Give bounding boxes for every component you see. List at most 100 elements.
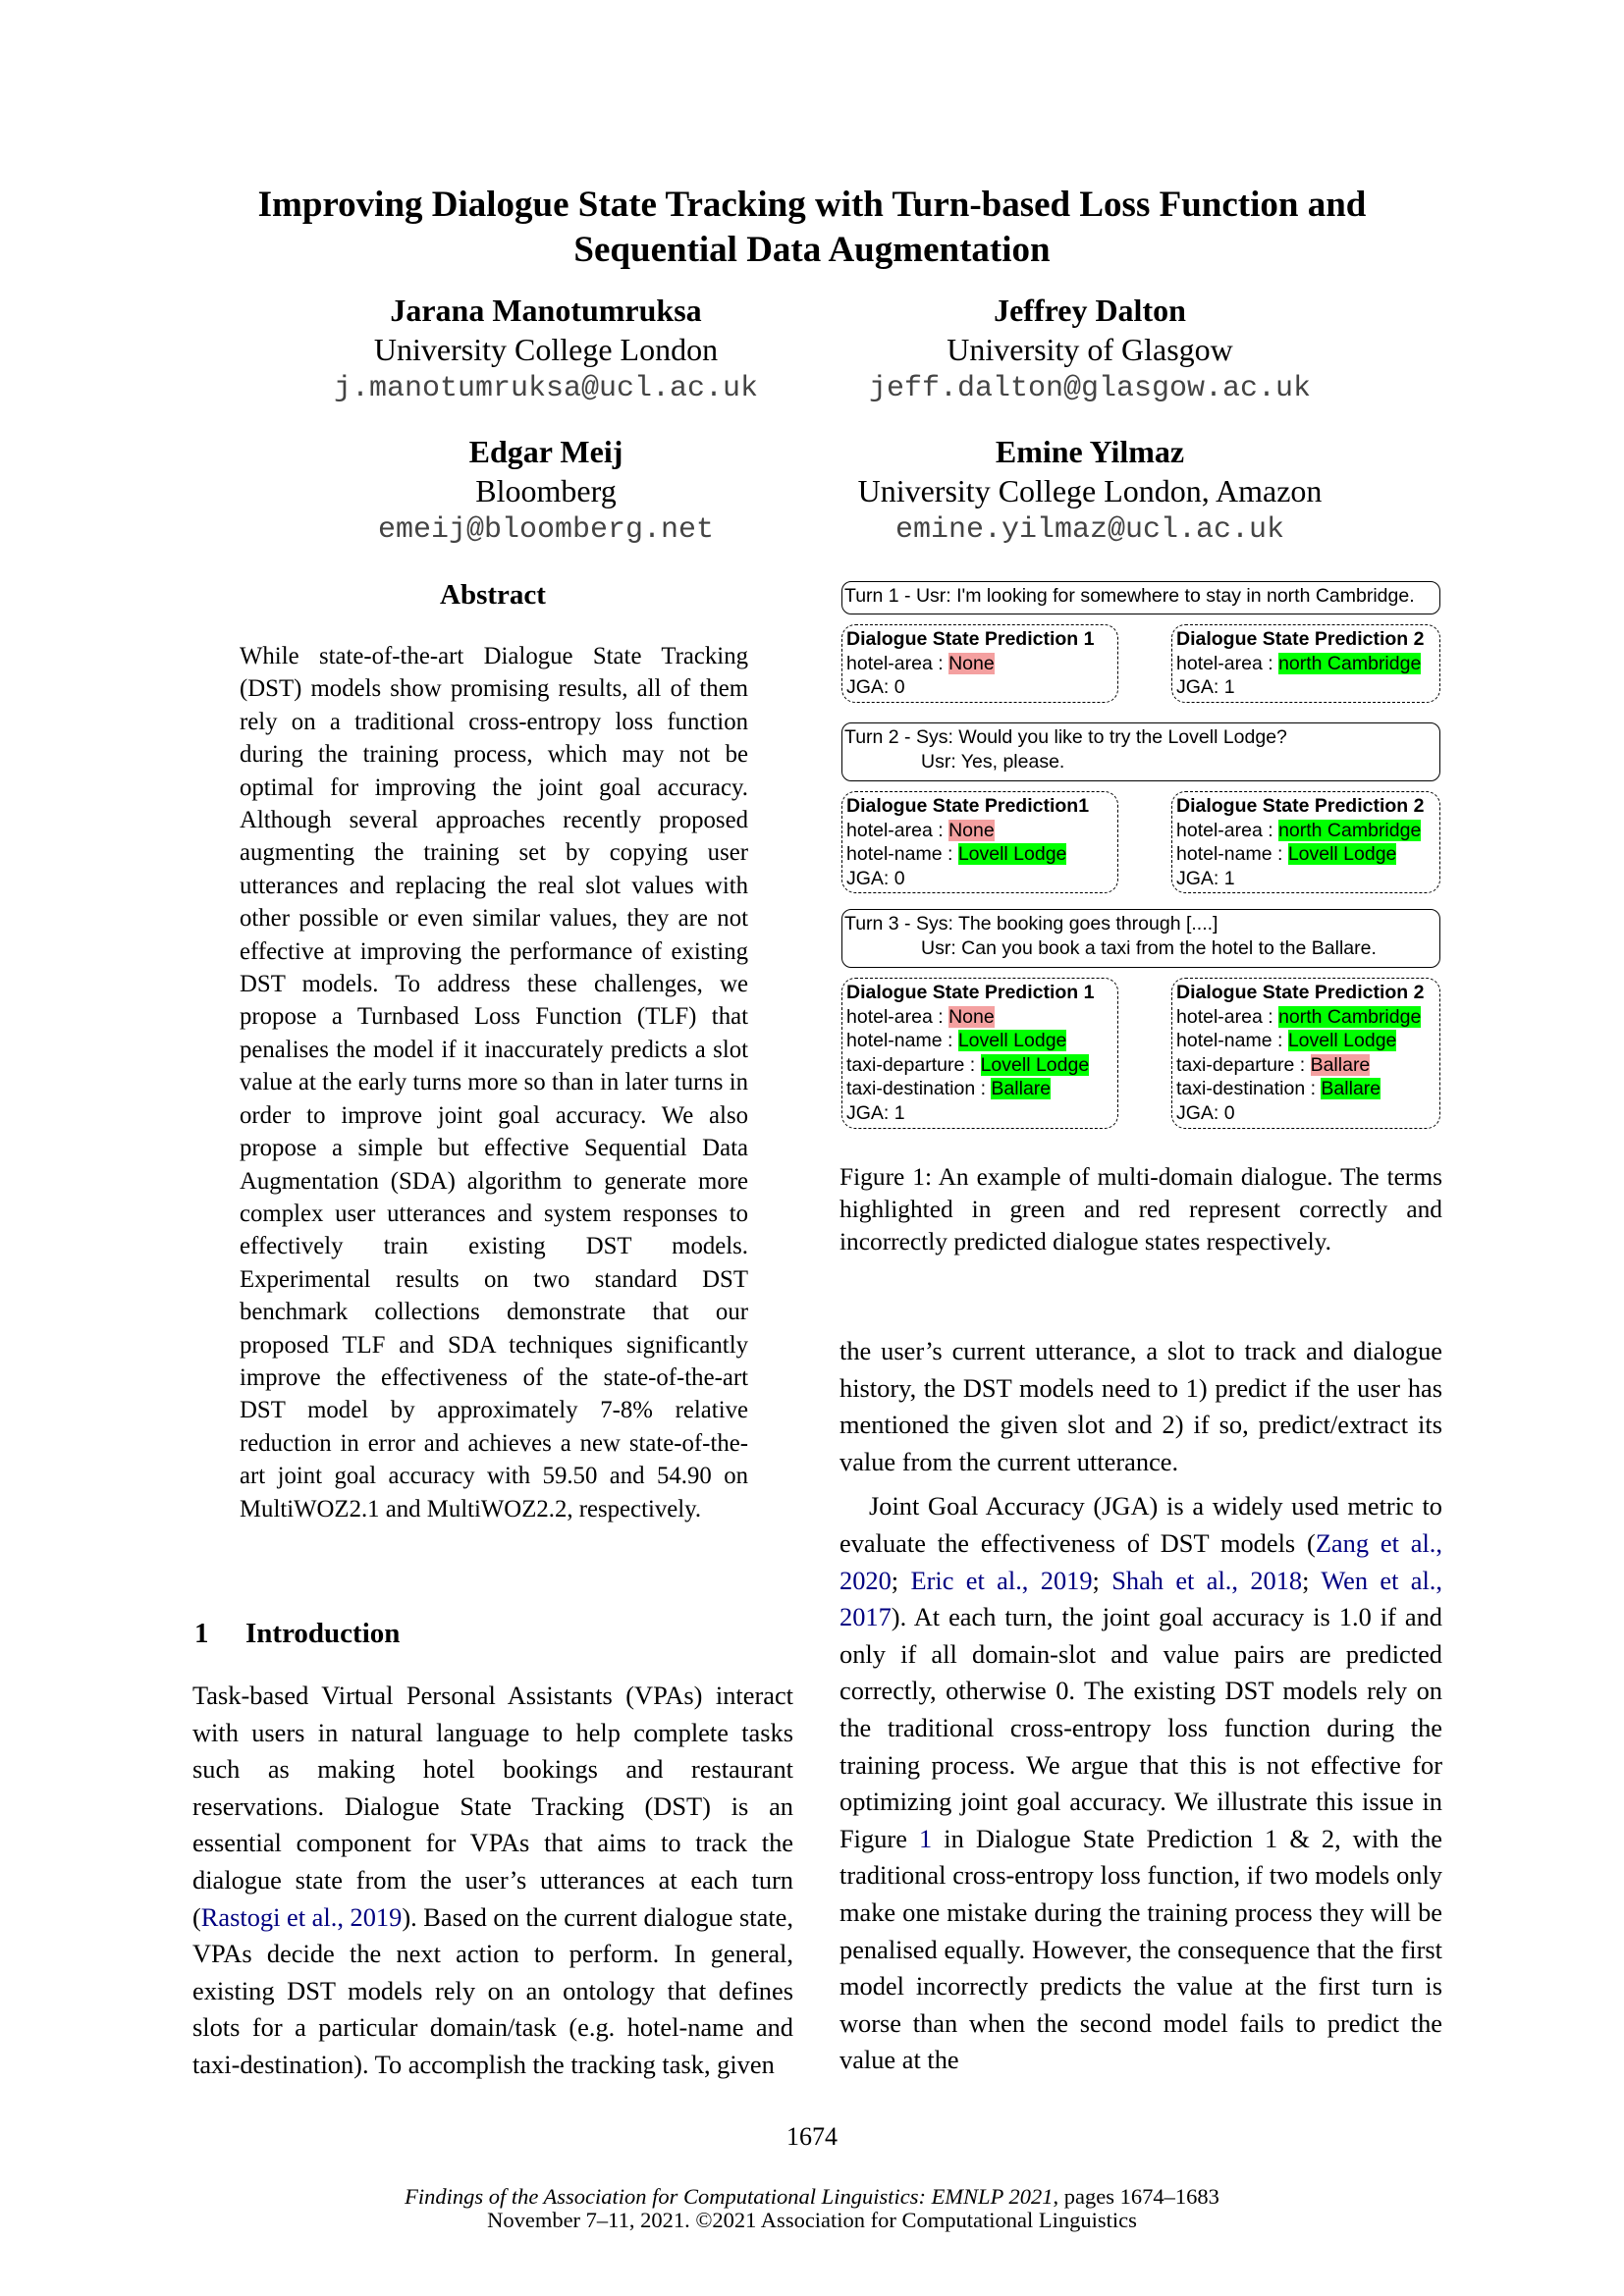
intro-paragraph: the user’s current utterance, a slot to … [839, 1336, 1442, 1476]
intro-left-column: Task-based Virtual Personal Assistants (… [192, 1678, 793, 2084]
paragraph-text: ; [891, 1565, 911, 1595]
slot-row: hotel-area : north Cambridge [1176, 1005, 1435, 1030]
venue-pages: , pages 1674–1683 [1053, 2184, 1219, 2209]
author-email[interactable]: emeij@bloomberg.net [271, 510, 821, 550]
figure-caption: Figure 1: An example of multi-domain dia… [839, 1163, 1442, 1255]
slot-row: taxi-destination : Ballare [846, 1077, 1113, 1101]
correct-value-highlight: Lovell Lodge [957, 1030, 1067, 1052]
turn-line: Turn 3 - Sys: The booking goes through [… [844, 913, 1218, 934]
slot-row: hotel-name : Lovell Lodge [1176, 842, 1435, 867]
paragraph-text: Task-based Virtual Personal Assistants (… [192, 1681, 793, 1932]
incorrect-value-highlight: Ballare [1310, 1053, 1371, 1076]
prediction-title: Dialogue State Prediction1 [846, 795, 1090, 817]
author-name: Jarana Manotumruksa [390, 293, 702, 328]
correct-value-highlight: Lovell Lodge [1287, 1030, 1397, 1052]
correct-value-highlight: Lovell Lodge [1287, 843, 1397, 866]
incorrect-value-highlight: None [948, 819, 995, 841]
section-title: Introduction [245, 1618, 401, 1649]
slot-name: hotel-name : [1176, 1030, 1288, 1052]
prediction-box-2: Dialogue State Prediction 2 hotel-area : … [1171, 978, 1440, 1129]
title-line-1: Improving Dialogue State Tracking with T… [257, 185, 1367, 225]
correct-value-highlight: north Cambridge [1278, 1005, 1422, 1028]
author-block: Jarana Manotumruksa University College L… [271, 291, 821, 408]
slot-row: taxi-departure : Lovell Lodge [846, 1053, 1113, 1078]
title-line-2: Sequential Data Augmentation [573, 230, 1051, 270]
author-affiliation: University College London [373, 332, 719, 367]
slot-row: taxi-departure : Ballare [1176, 1053, 1435, 1078]
slot-name: hotel-area : [1176, 819, 1279, 841]
slot-name: hotel-area : [1176, 1005, 1279, 1028]
turn-3-box: Turn 3 - Sys: The booking goes through [… [841, 909, 1440, 968]
slot-row: taxi-destination : Ballare [1176, 1077, 1435, 1101]
slot-name: hotel-name : [846, 843, 958, 866]
correct-value-highlight: Ballare [1321, 1078, 1381, 1100]
correct-value-highlight: north Cambridge [1278, 652, 1422, 674]
author-block: Edgar Meij Bloomberg emeij@bloomberg.net [271, 432, 821, 550]
turn-line: Usr: Yes, please. [921, 750, 1065, 773]
slot-name: hotel-name : [846, 1030, 958, 1052]
slot-name: taxi-departure : [846, 1053, 981, 1076]
turn-line: Turn 2 - Sys: Would you like to try the … [844, 726, 1287, 748]
jga-score: JGA: 1 [846, 1101, 905, 1124]
prediction-box-1: Dialogue State Prediction1 hotel-area : N… [841, 791, 1118, 894]
figure-reference-link[interactable]: 1 [919, 1824, 932, 1853]
citation-link[interactable]: Eric et al., 2019 [910, 1566, 1092, 1595]
author-block: Jeffrey Dalton University of Glasgow jef… [815, 291, 1365, 408]
jga-score: JGA: 0 [846, 867, 905, 889]
author-affiliation: University College London, Amazon [857, 473, 1323, 508]
section-number: 1 [194, 1618, 209, 1649]
correct-value-highlight: Lovell Lodge [980, 1053, 1090, 1076]
paragraph-text: ; [1302, 1565, 1322, 1595]
slot-name: taxi-departure : [1176, 1053, 1311, 1076]
intro-paragraph: Task-based Virtual Personal Assistants (… [192, 1678, 793, 2084]
slot-row: hotel-name : Lovell Lodge [846, 1029, 1113, 1053]
prediction-title: Dialogue State Prediction 2 [1176, 628, 1425, 650]
author-email[interactable]: jeff.dalton@glasgow.ac.uk [815, 369, 1365, 408]
copyright-line: November 7–11, 2021. ©2021 Association f… [487, 2208, 1137, 2232]
author-block: Emine Yilmaz University College London, … [815, 432, 1365, 550]
prediction-box-2: Dialogue State Prediction 2 hotel-area : … [1171, 624, 1440, 703]
correct-value-highlight: Lovell Lodge [957, 843, 1067, 866]
abstract-text: While state-of-the-art Dialogue State Tr… [240, 643, 748, 1522]
author-name: Jeffrey Dalton [994, 293, 1186, 328]
author-email[interactable]: j.manotumruksa@ucl.ac.uk [271, 369, 821, 408]
author-email[interactable]: emine.yilmaz@ucl.ac.uk [815, 510, 1365, 550]
figure-1-dialogue-example: Turn 1 - Usr: I'm looking for somewhere … [839, 581, 1448, 1141]
citation-link[interactable]: Shah et al., 2018 [1111, 1566, 1302, 1595]
slot-row: hotel-name : Lovell Lodge [1176, 1029, 1435, 1053]
prediction-title: Dialogue State Prediction 1 [846, 628, 1095, 650]
prediction-box-2: Dialogue State Prediction 2 hotel-area : … [1171, 791, 1440, 894]
turn-2-box: Turn 2 - Sys: Would you like to try the … [841, 722, 1440, 781]
slot-name: hotel-area : [1176, 652, 1279, 674]
author-affiliation: Bloomberg [475, 473, 617, 508]
slot-row: hotel-area : None [846, 819, 1113, 843]
slot-name: hotel-area : [846, 652, 949, 674]
slot-row: hotel-area : north Cambridge [1176, 819, 1435, 843]
author-name: Emine Yilmaz [995, 434, 1185, 469]
jga-score: JGA: 0 [1176, 1101, 1235, 1124]
venue-name: Findings of the Association for Computat… [405, 2184, 1054, 2209]
slot-name: taxi-destination : [1176, 1078, 1322, 1100]
incorrect-value-highlight: None [948, 1005, 995, 1028]
slot-row: hotel-area : None [846, 652, 1113, 676]
slot-name: taxi-destination : [846, 1078, 992, 1100]
author-name: Edgar Meij [468, 434, 623, 469]
prediction-title: Dialogue State Prediction 2 [1176, 795, 1425, 817]
prediction-title: Dialogue State Prediction 2 [1176, 982, 1425, 1003]
prediction-box-1: Dialogue State Prediction 1 hotel-area : … [841, 624, 1118, 703]
citation-link[interactable]: Rastogi et al., 2019 [201, 1902, 403, 1932]
slot-name: hotel-name : [1176, 843, 1288, 866]
turn-line: Usr: Can you book a taxi from the hotel … [921, 936, 1377, 959]
slot-row: hotel-area : None [846, 1005, 1113, 1030]
jga-score: JGA: 0 [846, 676, 905, 699]
turn-line: Turn 1 - Usr: I'm looking for somewhere … [844, 585, 1415, 607]
slot-name: hotel-area : [846, 819, 949, 841]
correct-value-highlight: north Cambridge [1278, 819, 1422, 841]
correct-value-highlight: Ballare [991, 1078, 1052, 1100]
slot-row: hotel-name : Lovell Lodge [846, 842, 1113, 867]
slot-name: hotel-area : [846, 1005, 949, 1028]
page-number: 1674 [786, 2122, 838, 2151]
jga-score: JGA: 1 [1176, 676, 1235, 699]
jga-score: JGA: 1 [1176, 867, 1235, 889]
prediction-box-1: Dialogue State Prediction 1 hotel-area : … [841, 978, 1118, 1129]
